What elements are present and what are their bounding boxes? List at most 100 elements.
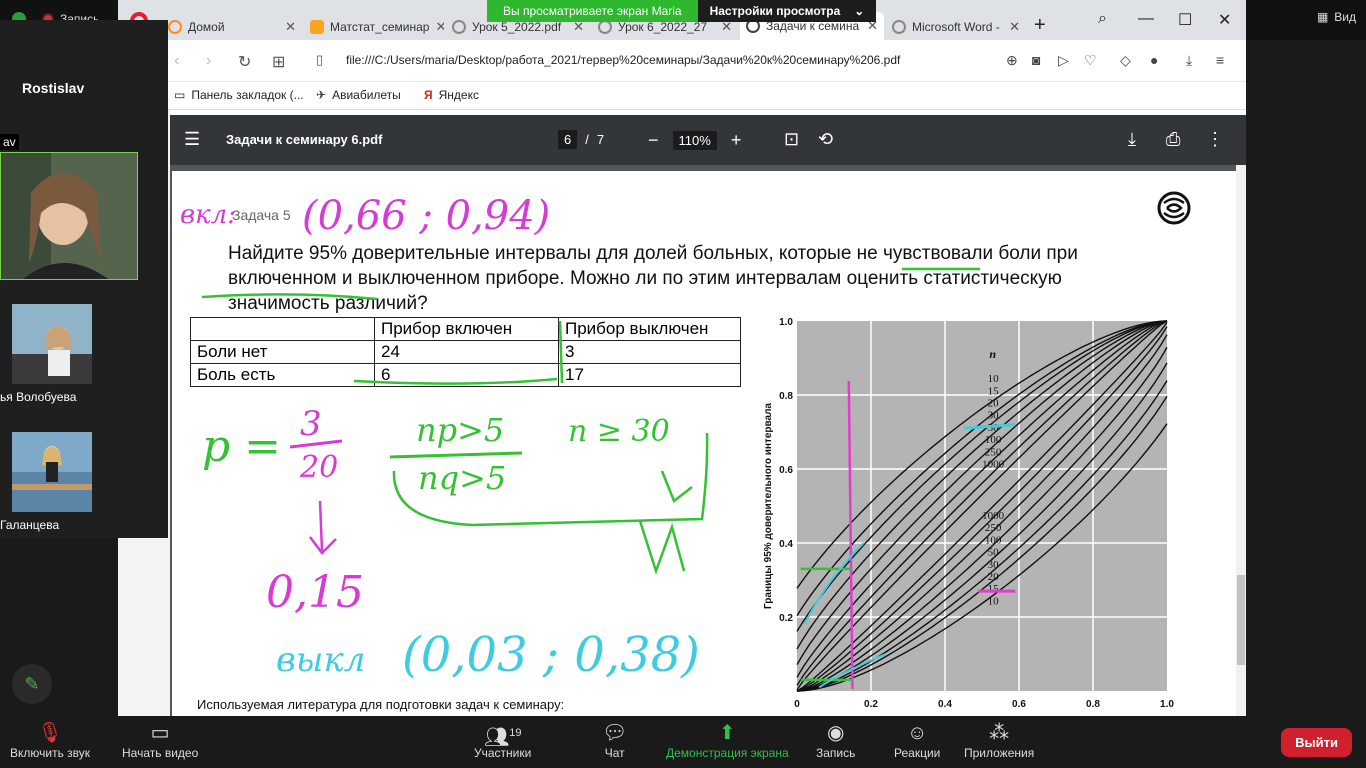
participant-avatar — [12, 432, 92, 512]
tab-home[interactable]: Домой ✕ — [162, 14, 302, 40]
print-icon[interactable]: ⎙ — [1166, 129, 1180, 150]
reload-icon[interactable]: ↻ — [238, 52, 251, 72]
pencil-icon[interactable]: ✎ — [12, 664, 52, 704]
apps-button[interactable]: ⁂ Приложения — [964, 720, 1034, 760]
cube-icon[interactable]: ◇ — [1120, 52, 1131, 69]
address-bar: ‹ › ↻ ⊞ ▯ file:///C:/Users/maria/Desktop… — [118, 40, 1246, 82]
rotate-icon[interactable]: ⟲ — [818, 129, 833, 150]
share-icon: ⬆︎ — [718, 722, 736, 744]
table-header: Прибор включен — [374, 317, 559, 341]
table-header-row: Прибор включен Прибор выключен — [190, 317, 741, 341]
annotation-n-condition: n ≥ 30 — [568, 414, 670, 449]
bookmark-panel[interactable]: ▭ Панель закладок (... — [174, 88, 304, 102]
table-cell: 17 — [558, 363, 741, 387]
reactions-button[interactable]: ☺ Реакции — [894, 720, 940, 760]
url-input[interactable]: file:///C:/Users/maria/Desktop/работа_20… — [346, 53, 900, 67]
exit-button[interactable]: Выйти — [1281, 728, 1352, 757]
minimize-button[interactable]: — — [1138, 10, 1154, 28]
participant-video[interactable] — [12, 304, 92, 384]
table-row: Боль есть 6 17 — [190, 363, 741, 387]
folder-icon: ▭ — [174, 88, 186, 102]
table-row: Боли нет 24 3 — [190, 340, 741, 364]
tab-word[interactable]: Microsoft Word - ✕ — [886, 14, 1026, 40]
unmute-button[interactable]: 🎙︎ Включить звук — [10, 720, 90, 760]
annotation-interval: (0,03 ; 0,38) — [402, 627, 700, 683]
n-label: 1000 — [982, 510, 1005, 522]
share-screen-button[interactable]: ⬆︎ Демонстрация экрана — [666, 720, 789, 760]
download-icon[interactable]: ⤓ — [1128, 129, 1136, 150]
record-icon: ◉ — [826, 722, 845, 744]
close-icon[interactable]: ✕ — [435, 19, 444, 35]
zoom-in-button[interactable]: + — [731, 130, 742, 151]
table-cell: Боли нет — [190, 340, 375, 364]
annotation-nq: nq>5 — [418, 459, 506, 497]
zoom-icon[interactable]: ⊕ — [1006, 52, 1018, 69]
zoom-input[interactable]: 110% — [672, 131, 717, 150]
view-options-button[interactable]: Настройки просмотра ⌄ — [697, 0, 877, 22]
close-icon[interactable]: ✕ — [285, 19, 296, 35]
bookmark-yandex[interactable]: Я Яндекс — [424, 88, 479, 102]
task-label: Задача 5 — [232, 207, 291, 223]
table-cell: 6 — [374, 363, 559, 387]
x-tick-label: 0.4 — [938, 699, 952, 710]
speed-dial-icon[interactable]: ⊞ — [272, 52, 285, 72]
y-axis-label: Границы 95% доверительного интервала — [763, 403, 774, 609]
menu-icon[interactable]: ☰ — [184, 129, 200, 150]
maximize-button[interactable]: ☐ — [1178, 10, 1192, 30]
page-input[interactable]: 6 — [558, 130, 578, 149]
heart-icon[interactable]: ♡ — [1084, 52, 1097, 69]
download-icon[interactable]: ⤓ — [1186, 52, 1192, 69]
zoom-out-button[interactable]: − — [648, 130, 659, 151]
n-label: 15 — [988, 385, 1000, 397]
task-text: Найдите 95% доверительные интервалы для … — [228, 243, 1078, 314]
scrollbar-thumb[interactable] — [1237, 575, 1245, 665]
back-icon[interactable]: ‹ — [174, 52, 179, 70]
x-tick-label: 0.2 — [864, 699, 878, 710]
new-tab-button[interactable]: + — [1034, 14, 1046, 37]
table-cell: 24 — [374, 340, 559, 364]
y-tick-label: 1.0 — [779, 317, 793, 328]
annotation-scribble: вкл: — [180, 200, 236, 230]
x-tick-label: 1.0 — [1160, 699, 1174, 710]
share-label: Демонстрация экрана — [666, 746, 789, 760]
x-tick-label: 0.6 — [1012, 699, 1026, 710]
close-icon[interactable]: ✕ — [1009, 19, 1020, 35]
profile-icon[interactable]: ● — [1150, 52, 1158, 68]
y-tick-label: 0.8 — [779, 391, 793, 402]
fit-page-icon[interactable]: ⊡ — [784, 129, 799, 150]
scrollbar[interactable] — [1236, 165, 1246, 716]
start-video-button[interactable]: ▭ Начать видео — [122, 720, 198, 760]
search-icon[interactable]: ⌕ — [1098, 10, 1107, 28]
browser-window: Домой ✕ Матстат_семинар ✕ Урок 5_2022.pd… — [118, 0, 1246, 716]
table-cell: 3 — [558, 340, 741, 364]
apps-icon: ⁂ — [989, 722, 1010, 744]
tab-matstat[interactable]: Матстат_семинар ✕ — [304, 14, 444, 40]
n-label: 30 — [988, 410, 1000, 422]
participant-video[interactable] — [12, 432, 92, 512]
chat-button[interactable]: 💬︎ Чат — [602, 720, 627, 760]
video-label: Начать видео — [122, 746, 199, 760]
forward-icon[interactable]: › — [206, 52, 211, 70]
zoom-controls: − 110% + — [648, 130, 741, 151]
participants-button[interactable]: 👥︎19 Участники — [474, 720, 531, 760]
y-tick-label: 0.4 — [779, 539, 793, 550]
participant-video[interactable] — [0, 152, 138, 280]
chevron-down-icon: ⌄ — [854, 4, 865, 18]
document-favicon-icon — [310, 20, 324, 34]
page-separator: / — [585, 132, 589, 147]
bookmark-label: Яндекс — [438, 88, 479, 102]
logo-icon — [1157, 191, 1191, 225]
bookmark-flights[interactable]: ✈ Авиабилеты — [316, 88, 401, 102]
participants-label: Участники — [474, 746, 532, 760]
participant-avatar — [1, 153, 137, 279]
view-button[interactable]: ▦ Вид — [1317, 10, 1356, 24]
more-options-icon[interactable]: ⋮ — [1206, 129, 1224, 150]
send-icon[interactable]: ▷ — [1058, 52, 1069, 69]
settings-icon[interactable]: ≡ — [1216, 52, 1224, 68]
close-window-button[interactable]: ✕ — [1218, 10, 1231, 30]
globe-favicon-icon — [452, 20, 466, 34]
participant-avatar — [12, 304, 92, 384]
record-button[interactable]: ◉ Запись — [816, 720, 855, 760]
opera-sidebar-lower — [118, 538, 168, 716]
camera-icon[interactable]: ◙ — [1032, 52, 1040, 68]
